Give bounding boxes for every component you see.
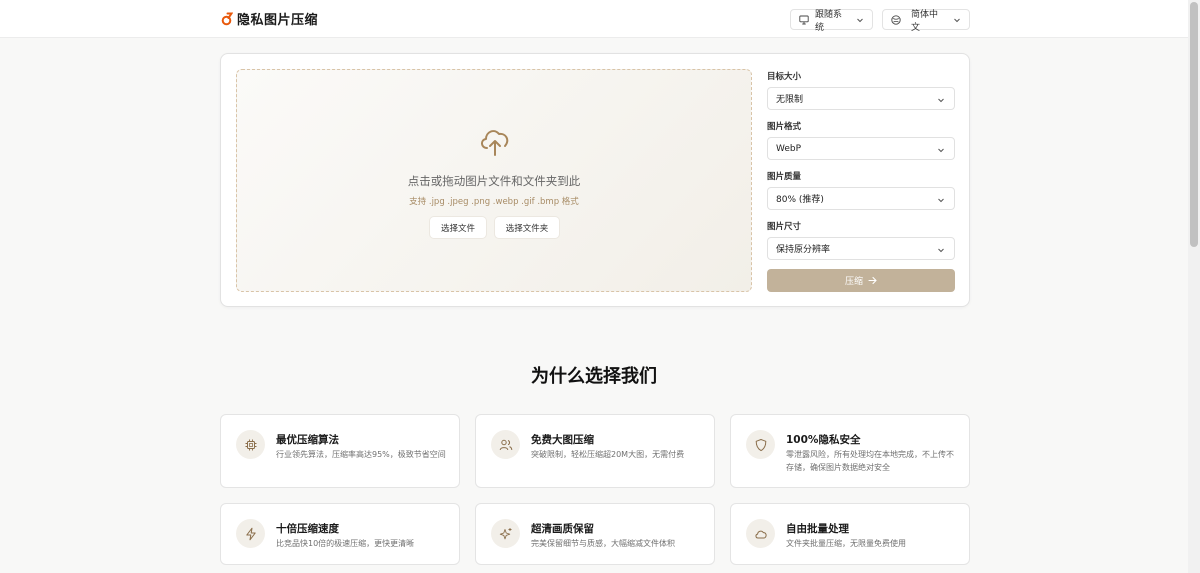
globe-icon [891,14,901,25]
select-file-button[interactable]: 选择文件 [430,217,486,238]
feature-desc: 完美保留细节与质感，大幅缩减文件体积 [531,539,675,548]
feature-title: 最优压缩算法 [276,434,339,446]
feature-title: 超清画质保留 [531,523,594,535]
users-icon [499,439,512,450]
format-select[interactable]: WebP [767,137,955,160]
chevron-down-icon [857,18,863,22]
feature-title: 十倍压缩速度 [276,523,339,535]
quality-value: 80% (推荐) [776,195,824,205]
sparkles-icon [499,527,511,539]
compress-label: 压缩 [844,277,863,287]
app-title: 隐私图片压缩 [237,13,319,28]
target-size-label: 目标大小 [767,72,802,82]
feature-desc: 文件夹批量压缩，无限量免费使用 [786,539,906,548]
feature-title: 免费大图压缩 [531,434,594,446]
target-size-select[interactable]: 无限制 [767,87,955,110]
feature-card: 100%隐私安全 零泄露风险，所有处理均在本地完成，不上传不存储，确保图片数据绝… [730,414,970,488]
dimension-select[interactable]: 保持原分辨率 [767,237,955,260]
compress-panel: 点击或拖动图片文件和文件夹到此 支持 .jpg .jpeg .png .webp… [220,53,970,307]
language-label: 简体中文 [911,9,939,33]
scrollbar-thumb[interactable] [1190,2,1198,247]
arrow-right-icon [868,276,877,285]
chevron-down-icon [938,98,944,103]
chevron-down-icon [938,148,944,153]
format-value: WebP [776,143,802,154]
chevron-down-icon [938,248,944,253]
feature-card: 超清画质保留 完美保留细节与质感，大幅缩减文件体积 [475,503,715,565]
select-folder-button[interactable]: 选择文件夹 [495,217,559,238]
feature-title: 自由批量处理 [786,523,849,535]
upload-formats: 支持 .jpg .jpeg .png .webp .gif .bmp 格式 [409,197,579,207]
theme-label: 跟随系统 [815,9,843,33]
dimension-value: 保持原分辨率 [776,245,831,255]
top-header: 隐私图片压缩 跟随系统 简体中文 [0,0,1188,38]
compress-button[interactable]: 压缩 [767,269,955,292]
feature-desc: 比竞品快10倍的极速压缩，更快更清晰 [276,539,415,548]
language-select-button[interactable]: 简体中文 [882,9,970,33]
page-scrollbar[interactable] [1188,0,1200,573]
feature-card: 自由批量处理 文件夹批量压缩，无限量免费使用 [730,503,970,565]
quality-label: 图片质量 [767,172,802,182]
quality-select[interactable]: 80% (推荐) [767,187,955,210]
logo-icon [221,12,233,25]
upload-dropzone[interactable]: 点击或拖动图片文件和文件夹到此 支持 .jpg .jpeg .png .webp… [236,69,752,292]
cloud-upload-icon [481,130,509,156]
logo[interactable]: 隐私图片压缩 [221,9,318,28]
why-us-title: 为什么选择我们 [531,366,657,387]
feature-desc: 零泄露风险，所有处理均在本地完成，不上传不存储，确保图片数据绝对安全 [786,450,954,472]
chevron-down-icon [954,18,960,22]
feature-desc: 突破限制，轻松压缩超20M大图，无需付费 [531,450,685,459]
lightning-icon [245,527,256,540]
target-size-value: 无限制 [776,95,804,105]
feature-card: 免费大图压缩 突破限制，轻松压缩超20M大图，无需付费 [475,414,715,488]
format-label: 图片格式 [767,122,802,132]
feature-card: 十倍压缩速度 比竞品快10倍的极速压缩，更快更清晰 [220,503,460,565]
dimension-label: 图片尺寸 [767,222,802,232]
monitor-icon [799,15,809,24]
upload-title: 点击或拖动图片文件和文件夹到此 [407,174,581,188]
cloud-icon [754,530,767,538]
theme-select-button[interactable]: 跟随系统 [790,9,873,33]
chip-icon [245,439,256,450]
feature-desc: 行业领先算法，压缩率高达95%，极致节省空间 [276,450,446,459]
feature-title: 100%隐私安全 [786,434,861,446]
feature-card: 最优压缩算法 行业领先算法，压缩率高达95%，极致节省空间 [220,414,460,488]
shield-icon [755,438,766,451]
chevron-down-icon [938,198,944,203]
